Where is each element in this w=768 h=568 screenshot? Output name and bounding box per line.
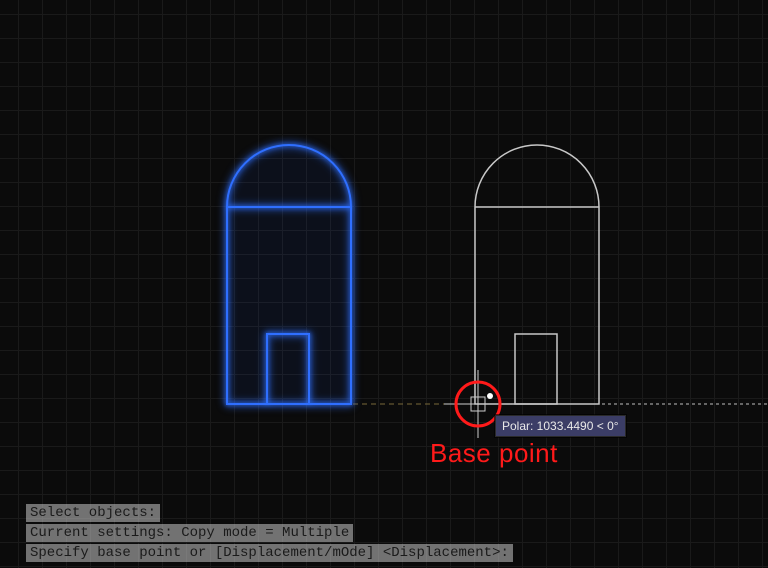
polar-tracking-tooltip: Polar: 1033.4490 < 0° [495,415,626,437]
copy-door [515,334,557,404]
copy-preview-object [475,145,599,404]
drawing-canvas[interactable]: Base point Polar: 1033.4490 < 0° Select … [0,0,768,568]
command-history-line: Current settings: Copy mode = Multiple [26,524,353,542]
command-history-line: Select objects: [26,504,160,522]
original-object-selected[interactable] [227,145,351,404]
original-outline [227,145,351,404]
command-line[interactable]: Select objects: Current settings: Copy m… [26,504,513,562]
command-prompt-line[interactable]: Specify base point or [Displacement/mOde… [26,544,513,562]
drawing-svg [0,0,768,568]
copy-outline [475,145,599,404]
cursor-dot-icon [487,393,493,399]
base-point-label: Base point [430,438,558,469]
